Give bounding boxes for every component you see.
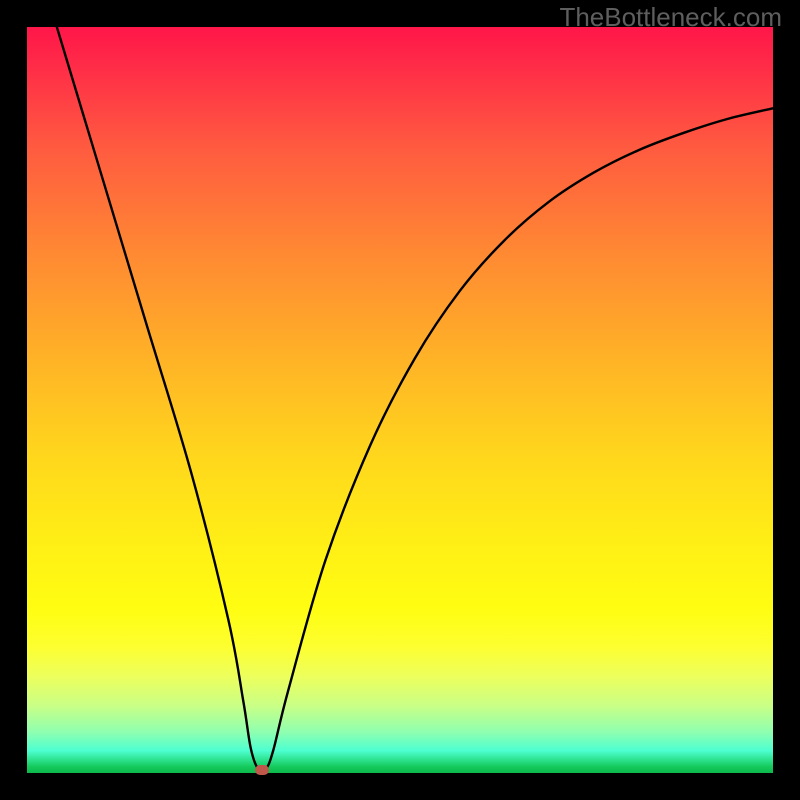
optimal-point-marker <box>255 765 269 775</box>
chart-frame: TheBottleneck.com <box>0 0 800 800</box>
plot-area <box>27 27 773 773</box>
bottleneck-curve <box>27 27 773 773</box>
